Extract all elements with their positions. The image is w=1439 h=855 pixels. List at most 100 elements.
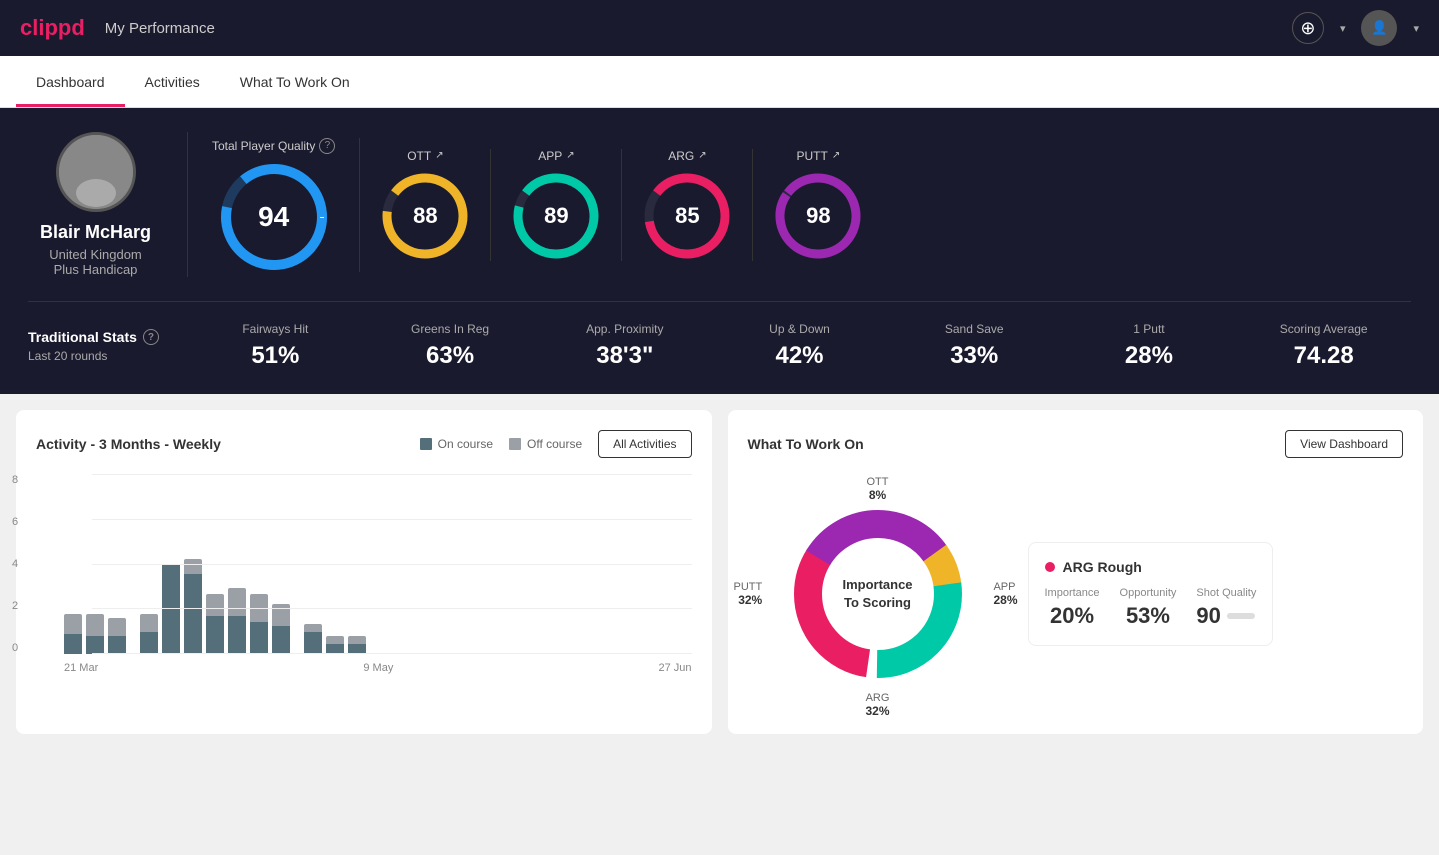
shot-quality-row: 90 — [1196, 603, 1256, 629]
stat-updown-label: Up & Down — [712, 322, 887, 336]
stat-sand-save: Sand Save 33% — [887, 322, 1062, 370]
player-card: Blair McHarg United Kingdom Plus Handica… — [28, 132, 188, 277]
stat-app-proximity: App. Proximity 38'3" — [537, 322, 712, 370]
y-label-0: 0 — [12, 642, 18, 654]
info-card-title-text: ARG Rough — [1063, 559, 1142, 575]
ott-gauge: 88 — [380, 171, 470, 261]
arg-metric: ARG ↗ 85 — [622, 149, 753, 261]
chart-wrapper: 8 6 4 2 0 — [36, 474, 692, 674]
stat-up-down: Up & Down 42% — [712, 322, 887, 370]
wtwo-header: What To Work On View Dashboard — [748, 430, 1404, 458]
importance-label: Importance — [1045, 587, 1100, 599]
bottom-section: Activity - 3 Months - Weekly On course O… — [0, 394, 1439, 750]
x-label-may: 9 May — [363, 662, 393, 674]
app-value: 89 — [544, 203, 568, 229]
total-quality-value: 94 — [258, 201, 289, 233]
tab-dashboard[interactable]: Dashboard — [16, 56, 125, 107]
user-avatar-button[interactable]: 👤 — [1361, 10, 1397, 46]
bar-1 — [64, 614, 82, 654]
bar-8 — [228, 588, 246, 654]
putt-gauge: 98 — [773, 171, 863, 261]
header-right: ⊕ ▾ 👤 ▾ — [1292, 10, 1419, 46]
bar-4 — [140, 614, 158, 654]
stat-proximity-label: App. Proximity — [537, 322, 712, 336]
stat-fairways-hit: Fairways Hit 51% — [188, 322, 363, 370]
info-opportunity: Opportunity 53% — [1120, 587, 1177, 629]
shot-quality-bar — [1227, 613, 1255, 619]
add-button[interactable]: ⊕ — [1292, 12, 1324, 44]
chart-x-labels: 21 Mar 9 May 27 Jun — [64, 662, 692, 674]
stat-1putt-value: 28% — [1062, 342, 1237, 370]
y-label-8: 8 — [12, 474, 18, 486]
legend-off-course: Off course — [509, 437, 582, 451]
donut-center-text: Importance To Scoring — [842, 576, 912, 612]
arg-donut-label: ARG 32% — [865, 692, 889, 718]
header-left: clippd My Performance — [20, 15, 215, 41]
putt-metric: PUTT ↗ 98 — [753, 149, 883, 261]
bar-5 — [162, 564, 180, 654]
stats-title: Traditional Stats ? — [28, 329, 188, 345]
stat-sandsave-value: 33% — [887, 342, 1062, 370]
arg-label: ARG ↗ — [668, 149, 706, 163]
off-course-label: Off course — [527, 437, 582, 451]
bar-7 — [206, 594, 224, 654]
ott-arrow: ↗ — [435, 150, 443, 161]
app-metric: APP ↗ 89 — [491, 149, 622, 261]
info-card: ARG Rough Importance 20% Opportunity 53%… — [1028, 542, 1274, 646]
chart-bars — [64, 474, 692, 654]
putt-donut-label: PUTT 32% — [734, 581, 763, 607]
all-activities-button[interactable]: All Activities — [598, 430, 691, 458]
bar-13 — [348, 636, 366, 654]
stat-fairways-hit-value: 51% — [188, 342, 363, 370]
bar-11 — [304, 624, 322, 654]
arg-value: 85 — [675, 203, 699, 229]
bar-3 — [108, 618, 126, 654]
activity-title: Activity - 3 Months - Weekly — [36, 436, 221, 452]
bar-10 — [272, 604, 290, 654]
stats-help-icon[interactable]: ? — [143, 329, 159, 345]
y-label-2: 2 — [12, 600, 18, 612]
quality-help-icon[interactable]: ? — [319, 138, 335, 154]
wtwo-donut-container: Importance To Scoring OTT 8% APP 28% ARG… — [748, 474, 1008, 714]
info-metrics: Importance 20% Opportunity 53% Shot Qual… — [1045, 587, 1257, 629]
ott-metric: OTT ↗ 88 — [360, 149, 491, 261]
opportunity-label: Opportunity — [1120, 587, 1177, 599]
arg-gauge: 85 — [642, 171, 732, 261]
tab-activities[interactable]: Activities — [125, 56, 220, 107]
total-quality-label: Total Player Quality ? — [212, 138, 335, 154]
app-logo: clippd — [20, 15, 85, 41]
top-row: Blair McHarg United Kingdom Plus Handica… — [28, 132, 1411, 302]
add-dropdown-arrow: ▾ — [1340, 22, 1346, 35]
on-course-label: On course — [438, 437, 493, 451]
app-gauge: 89 — [511, 171, 601, 261]
app-arrow: ↗ — [566, 150, 574, 161]
ott-value: 88 — [413, 203, 437, 229]
chart-inner: 21 Mar 9 May 27 Jun — [64, 474, 692, 674]
info-importance: Importance 20% — [1045, 587, 1100, 629]
wtwo-panel: What To Work On View Dashboard Impo — [728, 410, 1424, 734]
info-card-title: ARG Rough — [1045, 559, 1257, 575]
total-quality-gauge: 94 — [219, 162, 329, 272]
legend-on-course: On course — [420, 437, 493, 451]
stat-updown-value: 42% — [712, 342, 887, 370]
y-label-4: 4 — [12, 558, 18, 570]
arg-arrow: ↗ — [698, 150, 706, 161]
bar-6 — [184, 559, 202, 654]
stat-scoring-average: Scoring Average 74.28 — [1236, 322, 1411, 370]
donut-center-line2: To Scoring — [844, 595, 911, 610]
x-label-jun: 27 Jun — [658, 662, 691, 674]
tab-what-to-work-on[interactable]: What To Work On — [220, 56, 370, 107]
nav-tabs: Dashboard Activities What To Work On — [0, 56, 1439, 108]
on-course-dot — [420, 438, 432, 450]
stat-greens-in-reg: Greens In Reg 63% — [363, 322, 538, 370]
avatar-icon: 👤 — [1371, 20, 1388, 36]
plus-icon: ⊕ — [1300, 18, 1315, 39]
y-label-6: 6 — [12, 516, 18, 528]
info-shot-quality: Shot Quality 90 — [1196, 587, 1256, 629]
opportunity-value: 53% — [1120, 603, 1177, 629]
bar-12 — [326, 636, 344, 654]
putt-arrow: ↗ — [832, 150, 840, 161]
stat-1putt: 1 Putt 28% — [1062, 322, 1237, 370]
putt-value: 98 — [806, 203, 830, 229]
view-dashboard-button[interactable]: View Dashboard — [1285, 430, 1403, 458]
